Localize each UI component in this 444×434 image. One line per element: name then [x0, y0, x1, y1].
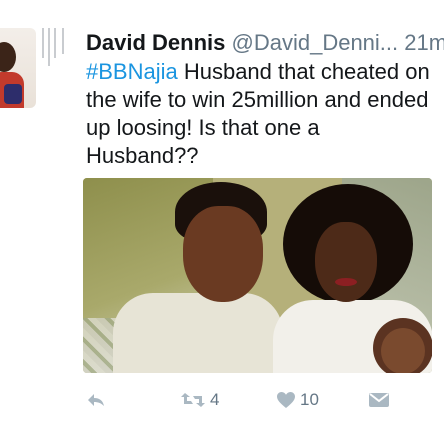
heart-icon	[276, 391, 296, 409]
tweet-photo[interactable]	[83, 178, 432, 373]
decorative-bars	[40, 28, 70, 76]
retweet-count: 4	[210, 390, 220, 409]
author-handle[interactable]: @David_Denni...	[232, 30, 399, 55]
tweet-card[interactable]: David Dennis @David_Denni... 21m #BBNaji…	[0, 0, 444, 434]
like-count: 10	[300, 390, 319, 409]
direct-message-icon	[368, 391, 390, 409]
retweet-button[interactable]: 4	[180, 385, 219, 415]
like-button[interactable]: 10	[276, 385, 319, 415]
reply-icon	[86, 391, 106, 409]
hashtag-link[interactable]: #BBNajia	[86, 59, 178, 84]
tweet-timestamp[interactable]: 21m	[404, 30, 444, 55]
tweet-actions: 4 10	[0, 385, 444, 415]
tweet-text: #BBNajia Husband that cheated on the wif…	[86, 58, 436, 170]
author-name[interactable]: David Dennis	[86, 30, 225, 55]
avatar-head	[0, 42, 16, 72]
avatar[interactable]	[0, 28, 36, 108]
avatar-shirt-detail	[4, 84, 22, 104]
retweet-icon	[180, 391, 206, 409]
direct-message-button[interactable]	[368, 385, 390, 415]
reply-button[interactable]	[86, 385, 106, 415]
tweet-header: David Dennis @David_Denni... 21m	[86, 30, 444, 56]
